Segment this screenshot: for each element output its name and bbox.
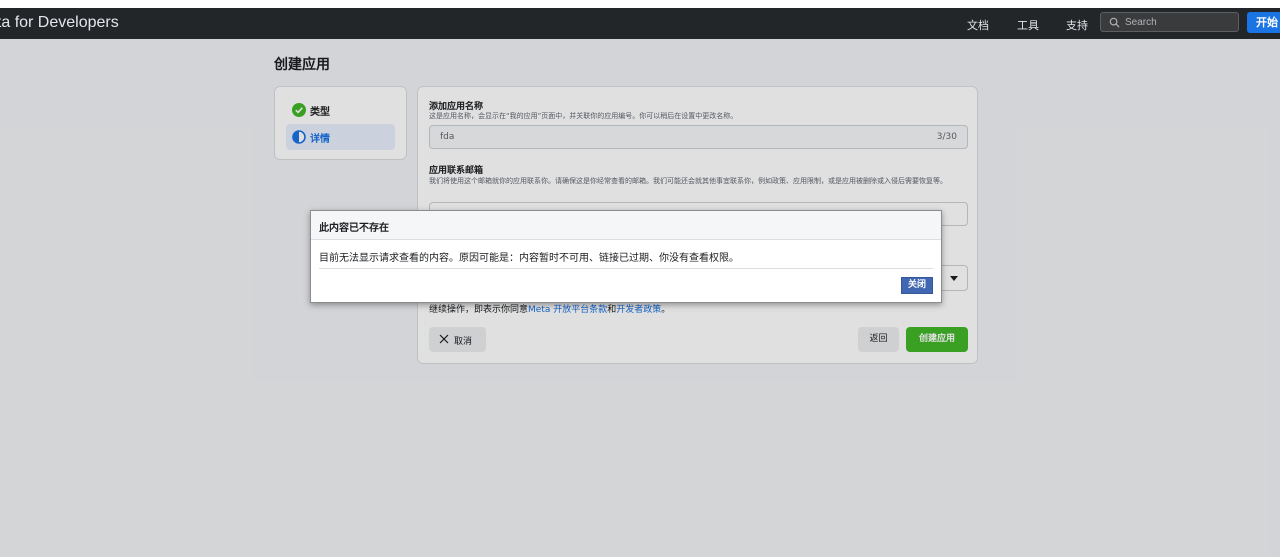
search-box[interactable]: [1100, 12, 1239, 32]
search-input[interactable]: [1125, 15, 1235, 29]
dialog-message: 目前无法显示请求查看的内容。原因可能是：内容暂时不可用、链接已过期、你没有查看权…: [319, 253, 739, 264]
dialog-title: 此内容已不存在: [319, 223, 389, 234]
dialog-header: 此内容已不存在: [311, 211, 941, 240]
dialog-divider: [319, 268, 933, 269]
close-dialog-button[interactable]: 关闭: [901, 277, 933, 294]
nav-link-docs[interactable]: 文档: [967, 17, 989, 33]
search-icon: [1109, 17, 1120, 28]
nav-link-tools[interactable]: 工具: [1017, 17, 1039, 33]
nav-link-support[interactable]: 支持: [1066, 17, 1088, 33]
brand-logo[interactable]: eta for Developers: [0, 14, 119, 32]
get-started-button[interactable]: 开始: [1247, 12, 1280, 33]
top-navigation: eta for Developers 文档 工具 支持 开始: [0, 8, 1280, 39]
error-dialog: 此内容已不存在 目前无法显示请求查看的内容。原因可能是：内容暂时不可用、链接已过…: [310, 210, 942, 303]
top-strip: [0, 0, 1280, 8]
